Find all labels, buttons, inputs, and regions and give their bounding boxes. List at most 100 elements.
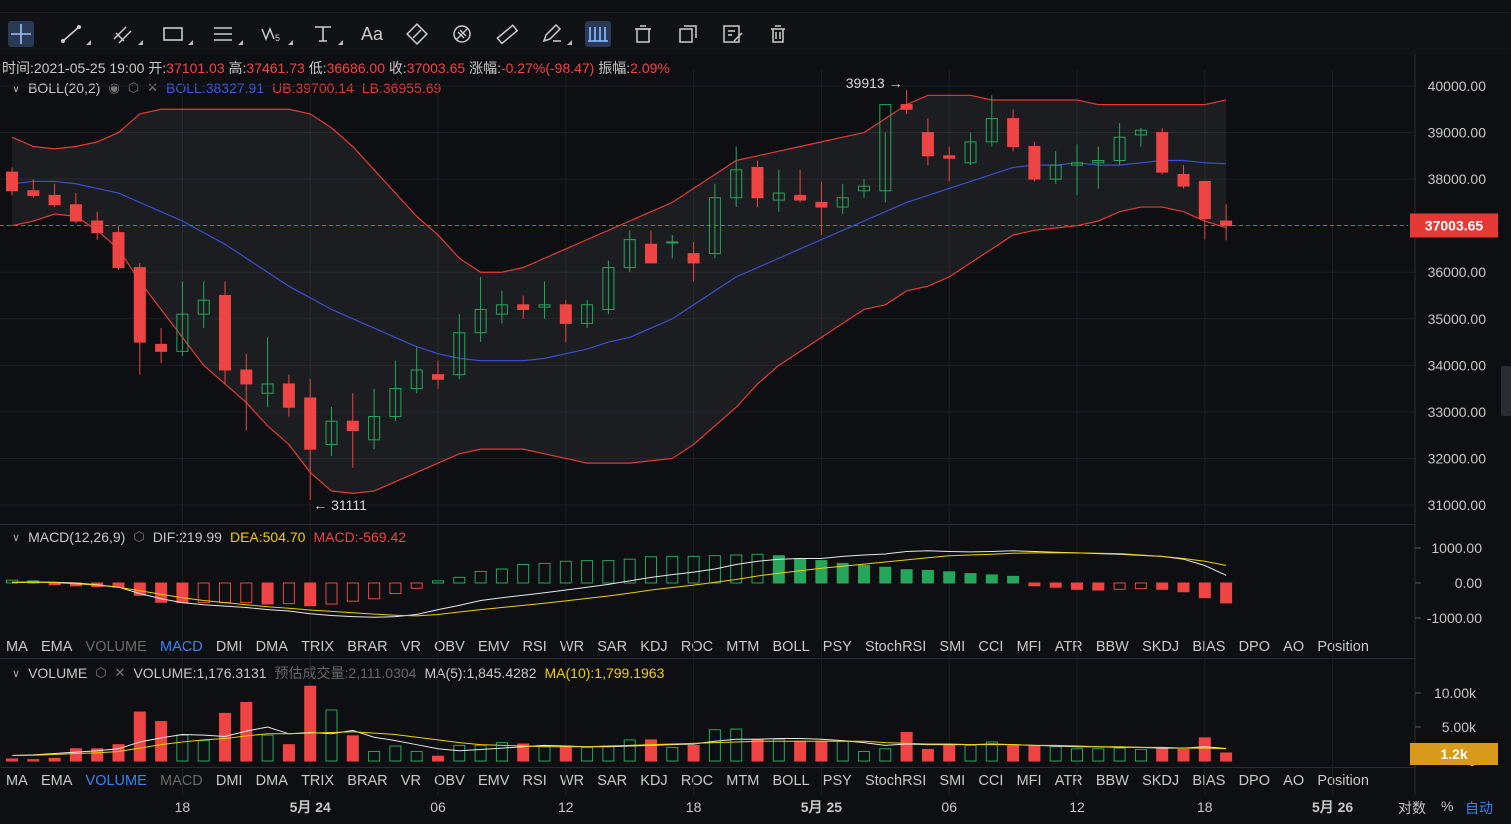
tab-stochrsi[interactable]: StochRSI — [865, 773, 926, 789]
tab-mfi[interactable]: MFI — [1017, 773, 1042, 789]
tab-ma[interactable]: MA — [6, 639, 28, 655]
tab-atr[interactable]: ATR — [1055, 773, 1083, 789]
tab-stochrsi[interactable]: StochRSI — [865, 639, 926, 655]
tab-psy[interactable]: PSY — [823, 639, 852, 655]
svg-text:5: 5 — [275, 33, 280, 43]
tab-dma[interactable]: DMA — [256, 639, 288, 655]
candle-body — [112, 232, 125, 269]
tab-kdj[interactable]: KDJ — [640, 639, 667, 655]
settings-icon[interactable]: ⬡ — [95, 665, 106, 681]
close-icon[interactable]: ✕ — [147, 80, 158, 96]
pen-icon[interactable] — [539, 21, 572, 47]
tab-skdj[interactable]: SKDJ — [1142, 773, 1179, 789]
tab-dpo[interactable]: DPO — [1239, 639, 1270, 655]
tab-macd[interactable]: MACD — [160, 773, 203, 789]
tab-bbw[interactable]: BBW — [1096, 639, 1129, 655]
tab-vr[interactable]: VR — [401, 639, 421, 655]
candle-body — [27, 190, 40, 196]
font-icon[interactable]: Aa — [359, 21, 385, 47]
fib-lines-icon[interactable] — [210, 21, 243, 47]
tab-kdj[interactable]: KDJ — [640, 773, 667, 789]
scroll-handle[interactable] — [1501, 366, 1511, 416]
tab-emv[interactable]: EMV — [478, 773, 509, 789]
settings-icon[interactable]: ⬡ — [133, 529, 144, 545]
tab-cci[interactable]: CCI — [978, 773, 1003, 789]
eraser-icon[interactable] — [404, 21, 430, 47]
tab-vr[interactable]: VR — [401, 773, 421, 789]
tab-dmi[interactable]: DMI — [216, 639, 243, 655]
tab-smi[interactable]: SMI — [939, 773, 965, 789]
hide-drawings-icon[interactable] — [449, 21, 475, 47]
tab-ema[interactable]: EMA — [41, 773, 72, 789]
edit-icon[interactable] — [720, 21, 746, 47]
tab-dpo[interactable]: DPO — [1239, 773, 1270, 789]
tab-position[interactable]: Position — [1317, 773, 1369, 789]
copy-icon[interactable] — [675, 21, 701, 47]
tab-volume[interactable]: VOLUME — [86, 639, 147, 655]
tab-mtm[interactable]: MTM — [726, 773, 759, 789]
tab-roc[interactable]: ROC — [681, 773, 713, 789]
tab-rsi[interactable]: RSI — [523, 639, 547, 655]
collapse-chevron-icon[interactable]: ∨ — [12, 82, 20, 95]
volume-bar — [368, 750, 381, 762]
tab-mfi[interactable]: MFI — [1017, 639, 1042, 655]
tab-ma[interactable]: MA — [6, 773, 28, 789]
tab-sar[interactable]: SAR — [597, 639, 627, 655]
volume-bar — [1134, 748, 1147, 762]
macd-bar — [240, 582, 253, 604]
tab-mtm[interactable]: MTM — [726, 639, 759, 655]
tab-emv[interactable]: EMV — [478, 639, 509, 655]
tab-atr[interactable]: ATR — [1055, 639, 1083, 655]
tab-bbw[interactable]: BBW — [1096, 773, 1129, 789]
rectangle-icon[interactable] — [160, 21, 193, 47]
close-icon[interactable]: ✕ — [115, 665, 126, 681]
tab-ema[interactable]: EMA — [41, 639, 72, 655]
collapse-chevron-icon[interactable]: ∨ — [12, 667, 20, 680]
tab-ao[interactable]: AO — [1283, 639, 1304, 655]
tab-bias[interactable]: BIAS — [1192, 639, 1225, 655]
macd-bar — [1092, 582, 1105, 591]
macd-bar — [836, 562, 849, 584]
candle-body — [1049, 164, 1062, 180]
settings-icon[interactable]: ⬡ — [128, 80, 139, 96]
tab-rsi[interactable]: RSI — [523, 773, 547, 789]
tab-macd[interactable]: MACD — [160, 639, 203, 655]
collapse-chevron-icon[interactable]: ∨ — [12, 531, 20, 544]
tab-boll[interactable]: BOLL — [773, 639, 810, 655]
tab-obv[interactable]: OBV — [434, 773, 465, 789]
tab-boll[interactable]: BOLL — [773, 773, 810, 789]
log-scale-toggle[interactable]: 对数 — [1398, 798, 1426, 818]
trash-icon[interactable] — [765, 21, 791, 47]
tab-bias[interactable]: BIAS — [1192, 773, 1225, 789]
crosshair-icon[interactable] — [8, 21, 34, 47]
tab-sar[interactable]: SAR — [597, 773, 627, 789]
delete-icon[interactable] — [630, 21, 656, 47]
tab-position[interactable]: Position — [1317, 639, 1369, 655]
candle-body — [921, 132, 934, 157]
parallel-channel-icon[interactable] — [110, 21, 143, 47]
tab-dmi[interactable]: DMI — [216, 773, 243, 789]
bars-icon[interactable] — [585, 21, 611, 47]
ruler-icon[interactable] — [494, 21, 520, 47]
tab-wr[interactable]: WR — [560, 639, 584, 655]
tab-cci[interactable]: CCI — [978, 639, 1003, 655]
tab-trix[interactable]: TRIX — [301, 773, 334, 789]
tab-trix[interactable]: TRIX — [301, 639, 334, 655]
tab-brar[interactable]: BRAR — [347, 773, 387, 789]
tab-dma[interactable]: DMA — [256, 773, 288, 789]
tab-smi[interactable]: SMI — [939, 639, 965, 655]
trend-line-icon[interactable] — [58, 21, 91, 47]
auto-scale-toggle[interactable]: 自动 — [1465, 798, 1493, 818]
tab-roc[interactable]: ROC — [681, 639, 713, 655]
tab-psy[interactable]: PSY — [823, 773, 852, 789]
tab-obv[interactable]: OBV — [434, 639, 465, 655]
eye-icon[interactable]: ◉ — [108, 80, 119, 96]
tab-wr[interactable]: WR — [560, 773, 584, 789]
tab-brar[interactable]: BRAR — [347, 639, 387, 655]
wave-icon[interactable]: 5 — [260, 21, 293, 47]
percent-toggle[interactable]: % — [1441, 798, 1453, 814]
tab-skdj[interactable]: SKDJ — [1142, 639, 1179, 655]
tab-ao[interactable]: AO — [1283, 773, 1304, 789]
text-tool-icon[interactable] — [310, 21, 343, 47]
tab-volume[interactable]: VOLUME — [86, 773, 147, 789]
